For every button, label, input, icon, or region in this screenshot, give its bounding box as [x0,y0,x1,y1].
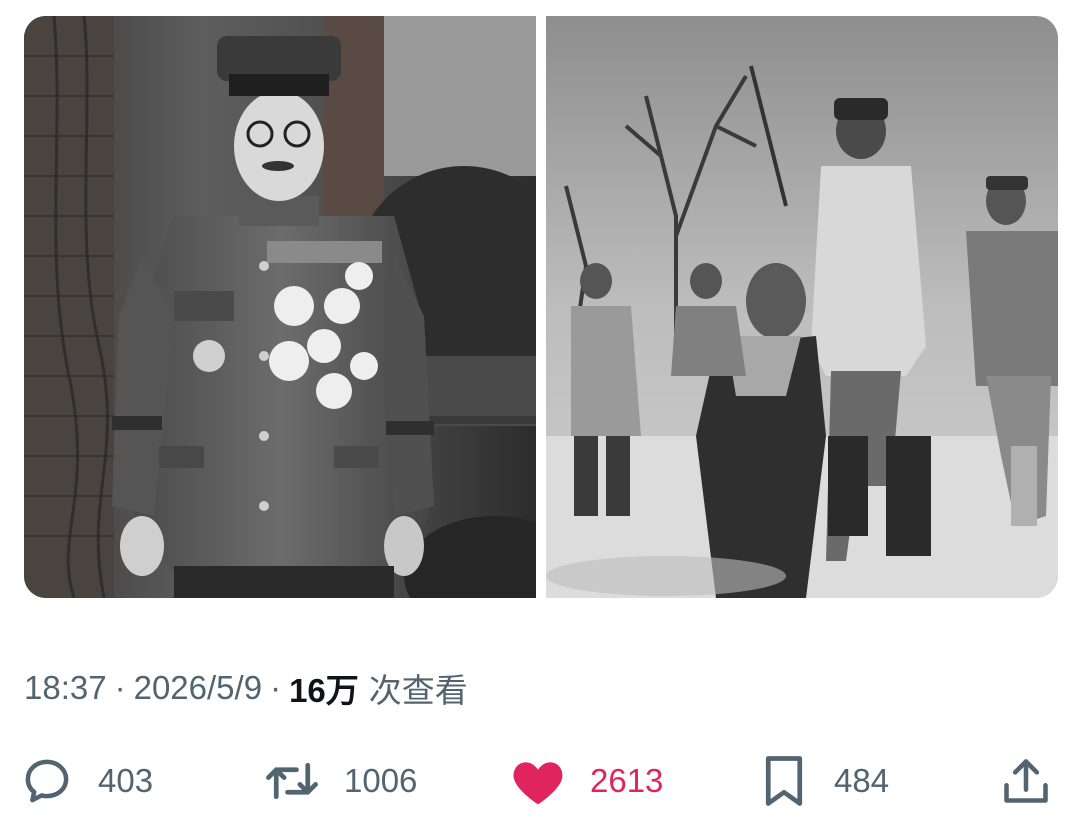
photo-outdoor-scene [546,16,1058,598]
reply-bubble-icon [25,759,69,803]
like-button[interactable]: 2613 [510,748,663,814]
like-count: 2613 [590,762,664,799]
bookmark-icon [765,756,803,806]
tweet-time[interactable]: 18:37 [24,669,107,707]
repost-button[interactable]: 1006 [262,748,417,814]
repost-count: 1006 [344,762,418,799]
share-button[interactable] [1000,748,1052,814]
tweet-action-bar: 403 1006 2613 484 [20,748,1060,814]
tweet-metadata: 18:37 · 2026/5/9 · 16万 次查看 [24,664,468,712]
bookmark-button[interactable]: 484 [760,748,889,814]
media-photo-1[interactable] [24,16,536,598]
reply-button[interactable]: 403 [20,748,153,814]
photo-portrait-officer [24,16,536,598]
reply-count: 403 [98,762,154,799]
meta-separator: · [270,669,282,706]
view-count[interactable]: 16万 [289,664,359,712]
repost-icon [266,762,318,800]
bookmark-count: 484 [834,762,890,799]
meta-separator: · [114,669,126,706]
heart-filled-icon [513,762,563,805]
share-upload-icon [1004,759,1048,803]
tweet-date[interactable]: 2026/5/9 [134,669,262,707]
view-count-label: 次查看 [368,672,468,709]
media-photo-2[interactable] [546,16,1058,598]
tweet-media-grid [24,16,1058,598]
